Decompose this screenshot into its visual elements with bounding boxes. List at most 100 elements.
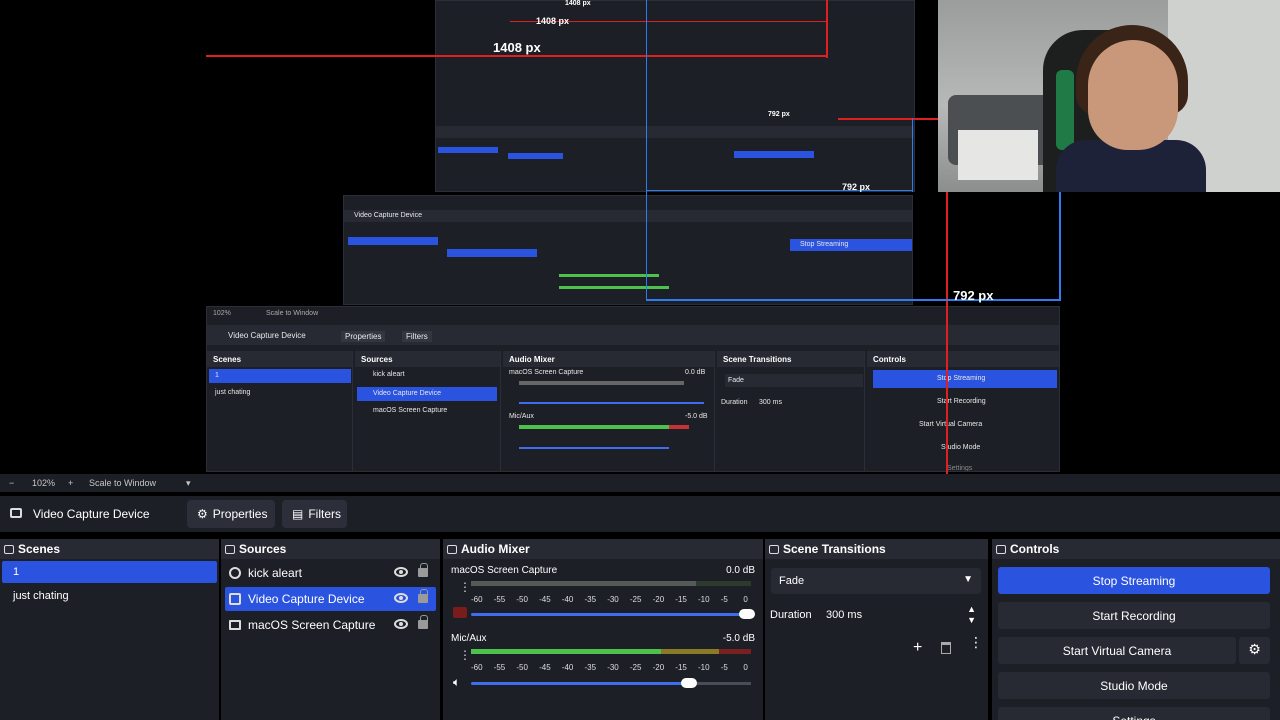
db-tick: -60 [471, 595, 483, 604]
trash-icon[interactable] [941, 642, 951, 654]
channel-name: macOS Screen Capture [451, 565, 558, 576]
inner-controls-title: Controls [867, 351, 1059, 367]
stepper-arrows-icon[interactable]: ▲ ▼ [967, 604, 976, 626]
db-tick: -40 [561, 595, 574, 604]
gear-icon[interactable]: ⚙ [1239, 637, 1270, 664]
start-virtual-camera-button[interactable]: Start Virtual Camera [998, 637, 1236, 664]
selected-source-name: Video Capture Device [33, 507, 150, 521]
db-tick: -25 [629, 595, 642, 604]
controls-dock: Controls Stop Streaming Start Recording … [992, 539, 1280, 720]
controls-icon [996, 544, 1006, 554]
db-tick: -20 [652, 663, 665, 672]
visibility-eye-icon[interactable] [394, 567, 408, 577]
inner-scene-2: just chating [215, 389, 251, 396]
controls-title: Controls [1010, 542, 1060, 556]
add-icon[interactable]: + [913, 639, 922, 657]
channel-name: Mic/Aux [451, 633, 487, 644]
source-label: kick aleart [248, 566, 303, 580]
db-tick: -25 [629, 663, 642, 672]
monitor-icon [229, 620, 241, 630]
inner-stop-streaming: Stop Streaming [937, 375, 986, 382]
lock-icon[interactable] [418, 615, 428, 629]
inner-mixer-title: Audio Mixer [503, 351, 714, 367]
chevron-down-icon: ▼ [963, 574, 973, 585]
scale-mode-select[interactable]: Scale to Window [89, 478, 156, 488]
webcam-feed[interactable] [938, 0, 1280, 192]
volume-slider[interactable] [471, 678, 751, 688]
source-item-video-capture-device[interactable]: Video Capture Device [225, 587, 436, 611]
scenes-icon [4, 544, 14, 554]
preview-canvas[interactable]: Video Capture Device Stop Streaming 102%… [0, 0, 1280, 474]
duration-value: 300 ms [826, 609, 863, 621]
measure-height-medium: 792 px [842, 182, 871, 192]
level-meter [471, 581, 751, 586]
volume-slider[interactable] [471, 609, 755, 619]
db-tick: -30 [607, 595, 619, 604]
filters-button[interactable]: ▤ Filters [282, 500, 347, 528]
source-label: Video Capture Device [248, 592, 365, 606]
inner-settings: Settings [947, 465, 973, 472]
kebab-menu-icon[interactable]: ⋮ [459, 581, 471, 597]
inner-start-virtual: Start Virtual Camera [919, 421, 983, 428]
db-tick: -15 [675, 663, 687, 672]
inner-zoom: 102% [213, 310, 231, 317]
sources-dock: Sources kick aleart Video Capture Device… [221, 539, 440, 720]
camera-icon [10, 508, 22, 518]
measure-width-medium: 1408 px [536, 16, 570, 26]
scene-item-just-chating[interactable]: just chating [2, 585, 217, 607]
scenes-dock: Scenes 1 just chating [0, 539, 219, 720]
start-recording-button[interactable]: Start Recording [998, 602, 1270, 629]
speaker-icon[interactable]: 🔈︎ [453, 675, 460, 690]
visibility-eye-icon[interactable] [394, 619, 408, 629]
kebab-menu-icon[interactable]: ⋮ [459, 649, 471, 665]
muted-speaker-icon[interactable] [453, 607, 467, 618]
studio-mode-button[interactable]: Studio Mode [998, 672, 1270, 699]
scene-transitions-dock: Scene Transitions Fade ▼ Duration 300 ms… [765, 539, 988, 720]
inner-transitions-title: Scene Transitions [717, 351, 864, 367]
inner-duration: 300 ms [759, 399, 782, 406]
chevron-down-icon[interactable]: ▾ [186, 478, 191, 489]
source-item-kick-aleart[interactable]: kick aleart [225, 561, 436, 585]
properties-button[interactable]: ⚙ Properties [187, 500, 275, 528]
zoom-in-button[interactable]: + [68, 478, 73, 488]
source-item-macos-screen-capture[interactable]: macOS Screen Capture [225, 613, 436, 637]
source-label: macOS Screen Capture [248, 618, 376, 632]
transition-value: Fade [779, 575, 805, 587]
zoom-level: 102% [32, 478, 56, 488]
db-tick: -35 [584, 663, 597, 672]
db-tick: 0 [743, 663, 748, 672]
db-scale: -60 -55 -50 -45 -40 -35 -30 -25 -20 -15 -10 -5 0 [471, 595, 761, 605]
volume-slider-thumb[interactable] [681, 678, 697, 688]
inner-mixer-ch2-db: -5.0 dB [685, 413, 708, 420]
measure-width-small: 1408 px [565, 0, 591, 7]
stop-streaming-button[interactable]: Stop Streaming [998, 567, 1270, 594]
sources-title: Sources [239, 542, 287, 556]
db-tick: 0 [743, 595, 748, 604]
scene-item-1[interactable]: 1 [2, 561, 217, 583]
inner-source-1: kick aleart [373, 371, 405, 378]
zoom-out-button[interactable]: − [9, 478, 14, 488]
inner-transition: Fade [725, 374, 863, 387]
recursive-preview-level-1: 102% Scale to Window Video Capture Devic… [206, 306, 1060, 472]
lock-icon[interactable] [418, 589, 428, 603]
db-tick: -45 [539, 663, 551, 672]
gear-icon: ⚙ [197, 507, 208, 521]
settings-button[interactable]: Settings [998, 707, 1270, 720]
globe-icon [229, 567, 241, 579]
transition-select[interactable]: Fade ▼ [771, 568, 981, 594]
kebab-menu-icon[interactable]: ⋮ [969, 635, 983, 649]
transitions-icon [769, 544, 779, 554]
lock-icon[interactable] [418, 563, 428, 577]
duration-input[interactable]: 300 ms ▲ ▼ [820, 603, 980, 627]
inner-mixer-ch2: Mic/Aux [509, 413, 534, 420]
visibility-eye-icon[interactable] [394, 593, 408, 603]
inner-scene-1: 1 [215, 372, 219, 379]
channel-db: -5.0 dB [722, 633, 755, 644]
volume-slider-thumb[interactable] [739, 609, 755, 619]
inner-duration-label: Duration [721, 399, 748, 406]
db-tick: -35 [584, 595, 597, 604]
scenes-title: Scenes [18, 542, 61, 556]
source-context-bar: Video Capture Device ⚙ Properties ▤ Filt… [0, 496, 1280, 532]
inner-source-name: Video Capture Device [228, 331, 306, 340]
scene-label: just chating [13, 590, 69, 602]
